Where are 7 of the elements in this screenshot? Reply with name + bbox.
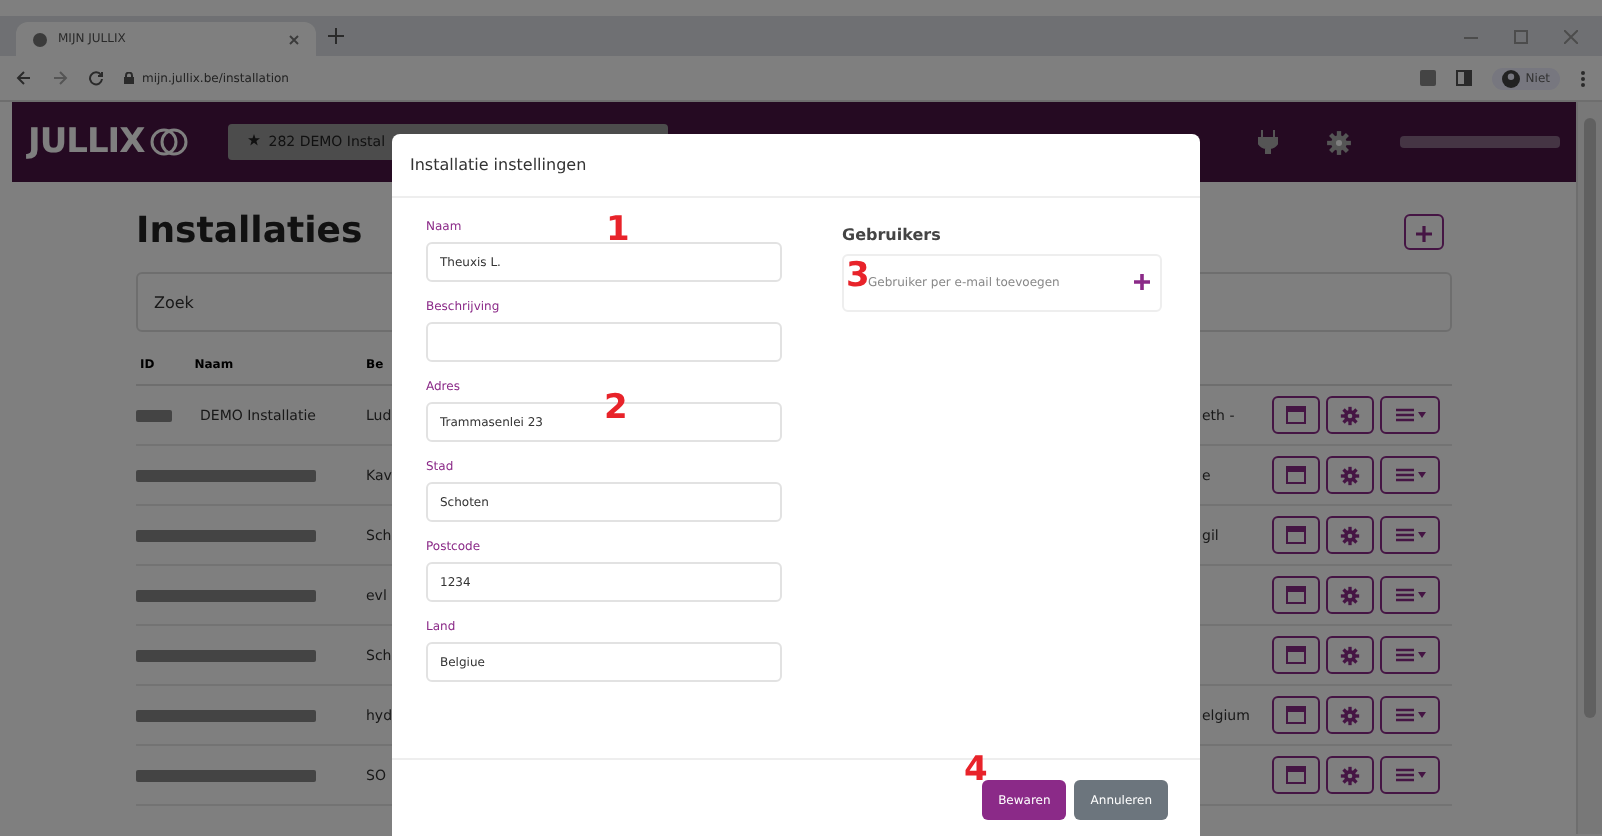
annotation-number: 3	[846, 260, 870, 294]
dialog-title: Installatie instellingen	[392, 134, 1200, 198]
logo-text: JULLIX	[28, 122, 145, 162]
page-title: Installaties	[136, 210, 363, 252]
annotation-number: 4	[964, 754, 988, 788]
users-heading: Gebruikers	[842, 226, 943, 244]
annotation-number: 1	[606, 214, 630, 248]
